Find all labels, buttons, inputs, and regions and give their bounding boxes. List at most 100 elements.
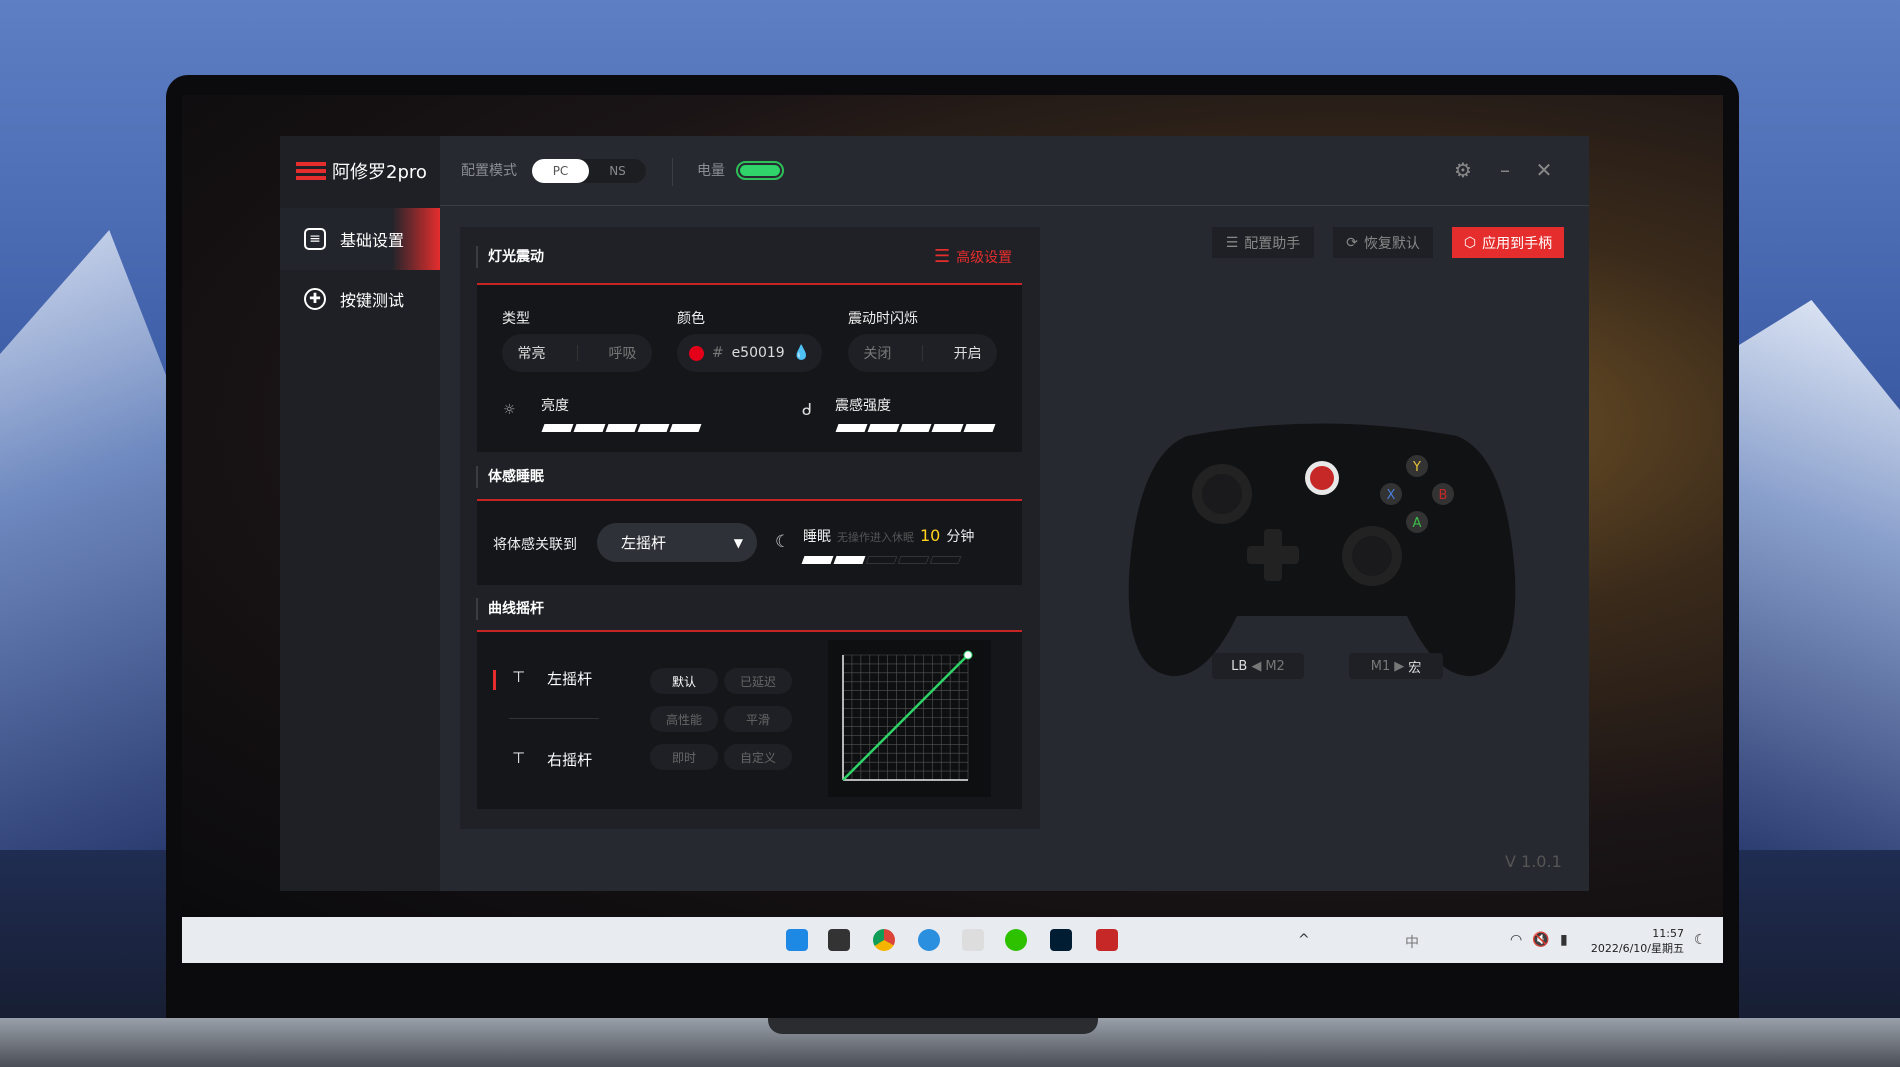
color-picker[interactable]: # e50019 💧	[677, 334, 822, 372]
divider	[672, 158, 673, 186]
preset-chip[interactable]: 平滑	[724, 706, 792, 732]
level-segment[interactable]	[867, 424, 900, 432]
tag-b: 宏	[1408, 660, 1422, 676]
svg-text:A: A	[1413, 516, 1422, 531]
level-segment[interactable]	[637, 424, 670, 432]
flash-label: 震动时闪烁	[848, 311, 918, 327]
level-segment[interactable]	[669, 424, 702, 432]
config-assistant-button[interactable]: ☰ 配置助手	[1212, 227, 1314, 258]
tag-a: LB	[1231, 658, 1248, 674]
edge-icon[interactable]	[918, 929, 940, 951]
battery-icon[interactable]: ▮	[1560, 932, 1568, 948]
level-segment[interactable]	[929, 556, 962, 564]
sleep-label: 睡眠	[803, 529, 831, 545]
mute-icon[interactable]: 🔇	[1532, 932, 1549, 948]
file-icon[interactable]	[962, 929, 984, 951]
preset-chip[interactable]: 即时	[650, 744, 718, 770]
sleep-slider[interactable]	[801, 556, 962, 564]
notification-moon-icon[interactable]: ☾	[1694, 932, 1707, 948]
date: 2022/6/10/星期五	[1590, 942, 1684, 955]
type-steady[interactable]: 常亮	[518, 343, 546, 363]
gear-icon[interactable]: ⚙	[1450, 158, 1476, 182]
type-label: 类型	[502, 311, 530, 327]
sliders-icon: ☰	[1225, 234, 1239, 251]
restore-default-button[interactable]: ⟳ 恢复默认	[1333, 227, 1433, 258]
ime-indicator[interactable]: 中	[1405, 932, 1419, 952]
brightness-icon: ☼	[503, 402, 516, 418]
vibration-icon: ᑯ	[802, 400, 813, 419]
photoshop-icon[interactable]	[1050, 929, 1072, 951]
stick-label: 右摇杆	[547, 751, 593, 769]
wifi-icon[interactable]: ◠	[1510, 932, 1522, 948]
sidebar-item-key-test[interactable]: ✚ 按键测试	[280, 268, 440, 330]
flash-off[interactable]: 关闭	[863, 343, 891, 363]
stick-right[interactable]: ⊤ 右摇杆	[512, 749, 592, 770]
brightness-slider[interactable]	[541, 424, 702, 432]
sleep-unit: 分钟	[946, 529, 975, 545]
hexagon-icon: ⬡	[1463, 234, 1477, 251]
level-segment[interactable]	[573, 424, 606, 432]
level-segment[interactable]	[899, 424, 932, 432]
lb-m2-tag[interactable]: LB ◀ M2	[1212, 653, 1304, 679]
level-segment[interactable]	[963, 424, 996, 432]
mode-ns[interactable]: NS	[589, 159, 646, 183]
vibration-label: 震感强度	[835, 398, 891, 414]
controller-image: Y X B A	[1128, 423, 1516, 677]
level-segment[interactable]	[833, 556, 866, 564]
level-segment[interactable]	[931, 424, 964, 432]
vibration-slider[interactable]	[835, 424, 996, 432]
battery-fill	[740, 165, 780, 176]
taskbar	[182, 917, 1723, 963]
minimize-icon[interactable]: –	[1492, 158, 1518, 182]
clock[interactable]: 11:57 2022/6/10/星期五	[1588, 926, 1684, 956]
apply-to-controller-button[interactable]: ⬡ 应用到手柄	[1452, 227, 1564, 258]
task-view-icon[interactable]	[828, 929, 850, 951]
wallpaper-mountain-left	[0, 230, 182, 850]
preset-chip[interactable]: 自定义	[724, 744, 792, 770]
light-type-toggle[interactable]: 常亮 呼吸	[502, 334, 652, 372]
link-value: 左摇杆	[621, 534, 667, 552]
preset-chip[interactable]: 已延迟	[724, 668, 792, 694]
mode-pc[interactable]: PC	[532, 159, 589, 183]
dropper-icon[interactable]: 💧	[793, 345, 810, 361]
svg-text:Y: Y	[1412, 460, 1421, 475]
brightness-label: 亮度	[541, 398, 569, 414]
stick-left[interactable]: ⊤ 左摇杆	[512, 668, 592, 689]
type-breathing[interactable]: 呼吸	[609, 343, 637, 363]
color-value[interactable]: e50019	[732, 345, 785, 361]
flash-toggle[interactable]: 关闭 开启	[848, 334, 997, 372]
advanced-settings-link[interactable]: ☰ 高级设置	[934, 246, 1012, 267]
color-swatch	[688, 345, 704, 361]
mode-toggle[interactable]: PC NS	[532, 159, 646, 183]
hash: #	[711, 345, 724, 361]
battery-label: 电量	[697, 163, 725, 179]
preset-chip[interactable]: 默认	[650, 668, 718, 694]
level-segment[interactable]	[541, 424, 574, 432]
m1-macro-tag[interactable]: M1 ▶ 宏	[1349, 653, 1443, 679]
link-dropdown[interactable]: 左摇杆 ▼	[597, 523, 757, 562]
curve-svg	[842, 650, 973, 781]
level-segment[interactable]	[835, 424, 868, 432]
flash-on[interactable]: 开启	[954, 343, 982, 363]
button-label: 配置助手	[1244, 235, 1301, 252]
level-segment[interactable]	[605, 424, 638, 432]
wallpaper-mountain-right	[1723, 300, 1900, 850]
level-segment[interactable]	[865, 556, 898, 564]
level-segment[interactable]	[801, 556, 834, 564]
chrome-icon[interactable]	[873, 929, 895, 951]
menu-icon: ☰	[934, 246, 951, 267]
close-icon[interactable]: ✕	[1531, 158, 1557, 182]
sidebar-item-basic-settings[interactable]: ≡ 基础设置	[280, 208, 440, 270]
asura-app-icon[interactable]	[1096, 929, 1118, 951]
section-title-sleep: 体感睡眠	[476, 466, 544, 488]
curve-handle	[963, 650, 973, 660]
wechat-icon[interactable]	[1005, 929, 1027, 951]
sleep-row: 睡眠 无操作进入休眠 10 分钟	[803, 526, 974, 546]
preset-chip[interactable]: 高性能	[650, 706, 718, 732]
windows-start-icon[interactable]	[786, 929, 808, 951]
level-segment[interactable]	[897, 556, 930, 564]
section-title-light: 灯光震动	[476, 246, 544, 268]
dpad-icon: ✚	[304, 288, 326, 310]
tray-chevron-icon[interactable]: ^	[1298, 932, 1310, 948]
selected-indicator	[493, 670, 496, 690]
